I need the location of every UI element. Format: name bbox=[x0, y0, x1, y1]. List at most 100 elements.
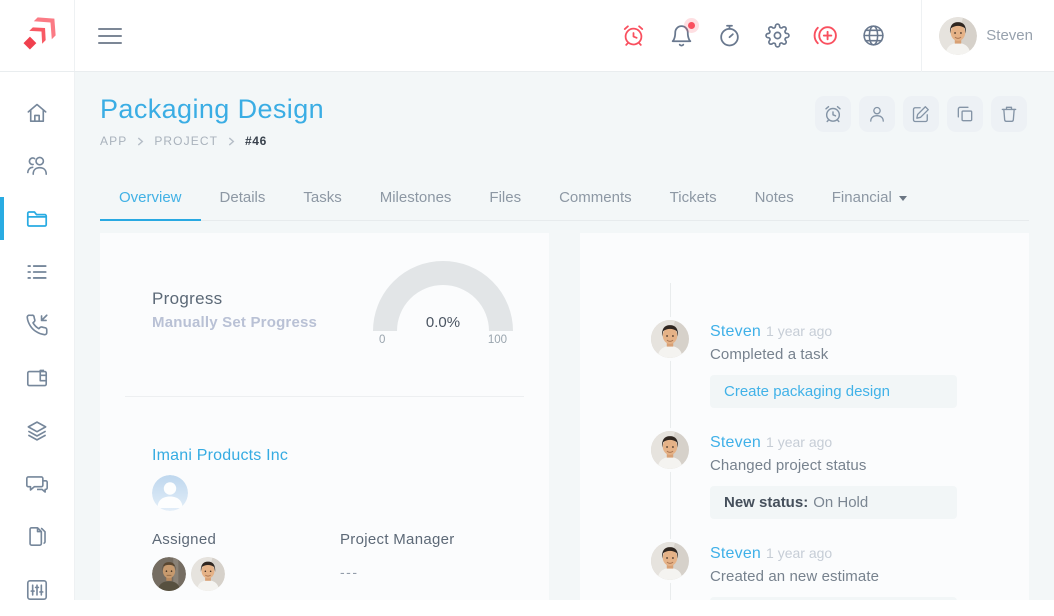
sidebar-item-calls[interactable] bbox=[0, 298, 74, 351]
user-menu[interactable]: Steven bbox=[921, 0, 1054, 72]
activity-user-name[interactable]: Steven bbox=[710, 545, 761, 562]
tab-tickets[interactable]: Tickets bbox=[651, 176, 736, 220]
trash-icon bbox=[999, 104, 1019, 124]
people-row: Assigned Project Manager --- bbox=[152, 531, 524, 591]
wallet-icon bbox=[24, 365, 50, 391]
timer-button[interactable] bbox=[815, 96, 851, 132]
activity-header: Steven 1 year ago bbox=[710, 434, 959, 452]
project-manager-column: Project Manager --- bbox=[340, 531, 455, 591]
tab-files[interactable]: Files bbox=[470, 176, 540, 220]
activity-header: Steven 1 year ago bbox=[710, 545, 959, 563]
activity-time: 1 year ago bbox=[766, 545, 832, 561]
project-tabs: Overview Details Tasks Milestones Files … bbox=[100, 176, 1029, 221]
quick-add-icon[interactable] bbox=[813, 23, 838, 48]
activity-timeline-card: Steven 1 year ago Completed a task Create… bbox=[580, 233, 1029, 600]
activity-time: 1 year ago bbox=[766, 434, 832, 450]
client-name-link[interactable]: Imani Products Inc bbox=[152, 447, 288, 464]
activity-header: Steven 1 year ago bbox=[710, 323, 959, 341]
sidebar-item-clients[interactable] bbox=[0, 139, 74, 192]
app-logo[interactable] bbox=[0, 0, 75, 71]
sidebar-item-messages[interactable] bbox=[0, 457, 74, 510]
client-avatar[interactable] bbox=[152, 475, 188, 511]
gauge-value: 0.0% bbox=[426, 314, 460, 331]
copy-icon bbox=[955, 104, 975, 124]
menu-toggle-icon[interactable] bbox=[98, 23, 122, 49]
chevron-down-icon bbox=[899, 196, 907, 201]
tab-label: Overview bbox=[119, 189, 182, 206]
activity-user-name[interactable]: Steven bbox=[710, 434, 761, 451]
sidebar-item-payments[interactable] bbox=[0, 351, 74, 404]
breadcrumb-app[interactable]: APP bbox=[100, 134, 127, 148]
sidebar-item-home[interactable] bbox=[0, 86, 74, 139]
alarm-icon bbox=[823, 104, 843, 124]
notifications-bell-icon[interactable] bbox=[669, 23, 694, 48]
user-name: Steven bbox=[986, 27, 1033, 44]
project-actions bbox=[815, 96, 1027, 132]
assign-user-button[interactable] bbox=[859, 96, 895, 132]
alarm-icon[interactable] bbox=[621, 23, 646, 48]
tab-tasks[interactable]: Tasks bbox=[284, 176, 360, 220]
sidebar-item-products[interactable] bbox=[0, 404, 74, 457]
sidebar-item-projects[interactable] bbox=[0, 192, 74, 245]
language-globe-icon[interactable] bbox=[861, 23, 886, 48]
main-content: Packaging Design APP PROJECT #46 bbox=[75, 72, 1054, 600]
assignee-avatar[interactable] bbox=[191, 557, 225, 591]
project-manager-value: --- bbox=[340, 564, 455, 580]
activity-time: 1 year ago bbox=[766, 323, 832, 339]
task-link[interactable]: Create packaging design bbox=[724, 383, 890, 400]
sidebar-item-tasks[interactable] bbox=[0, 245, 74, 298]
activity-action: Created an new estimate bbox=[710, 568, 959, 585]
tab-milestones[interactable]: Milestones bbox=[361, 176, 471, 220]
activity-detail-box: New status: On Hold bbox=[710, 486, 957, 519]
status-label: New status: bbox=[724, 494, 808, 511]
sidebar-item-documents[interactable] bbox=[0, 510, 74, 563]
progress-section: Progress Manually Set Progress 0.0% 0 10… bbox=[100, 233, 549, 346]
timeline-entries: Steven 1 year ago Completed a task Create… bbox=[580, 233, 1029, 600]
client-section: Imani Products Inc Assigned bbox=[100, 397, 549, 591]
progress-gauge: 0.0% 0 100 bbox=[367, 259, 519, 346]
tab-details[interactable]: Details bbox=[201, 176, 285, 220]
home-icon bbox=[24, 100, 50, 126]
users-icon bbox=[24, 153, 50, 179]
settings-gear-icon[interactable] bbox=[765, 23, 790, 48]
edit-button[interactable] bbox=[903, 96, 939, 132]
tab-label: Milestones bbox=[380, 189, 452, 206]
logo-icon bbox=[17, 16, 57, 56]
progress-heading: Progress bbox=[152, 289, 317, 309]
progress-subheading: Manually Set Progress bbox=[152, 314, 317, 331]
gauge-scale: 0 100 bbox=[367, 334, 519, 346]
top-bar: Steven bbox=[0, 0, 1054, 72]
tab-label: Tasks bbox=[303, 189, 341, 206]
sidebar-item-settings-filters[interactable] bbox=[0, 563, 74, 616]
activity-detail-box: Create packaging design bbox=[710, 375, 957, 408]
chat-icon bbox=[24, 471, 50, 497]
activity-user-name[interactable]: Steven bbox=[710, 323, 761, 340]
list-icon bbox=[24, 259, 50, 285]
project-manager-label: Project Manager bbox=[340, 531, 455, 548]
activity-action: Completed a task bbox=[710, 346, 959, 363]
delete-button[interactable] bbox=[991, 96, 1027, 132]
timeline-entry: Steven 1 year ago Completed a task Create… bbox=[580, 323, 1029, 408]
chevron-right-icon bbox=[227, 137, 236, 146]
page-header: Packaging Design APP PROJECT #46 bbox=[75, 72, 1054, 148]
tab-label: Tickets bbox=[670, 189, 717, 206]
gauge-max-label: 100 bbox=[488, 334, 507, 346]
tab-label: Comments bbox=[559, 189, 632, 206]
duplicate-button[interactable] bbox=[947, 96, 983, 132]
assignee-avatar[interactable] bbox=[152, 557, 186, 591]
tab-notes[interactable]: Notes bbox=[736, 176, 813, 220]
tab-overview[interactable]: Overview bbox=[100, 176, 201, 220]
gauge-arc: 0.0% bbox=[367, 259, 519, 345]
tab-label: Files bbox=[489, 189, 521, 206]
tab-comments[interactable]: Comments bbox=[540, 176, 651, 220]
sidebar-nav bbox=[0, 72, 75, 600]
tab-financial[interactable]: Financial bbox=[813, 176, 926, 220]
breadcrumb-project[interactable]: PROJECT bbox=[154, 134, 218, 148]
activity-user-avatar[interactable] bbox=[651, 320, 689, 358]
tab-label: Financial bbox=[832, 189, 892, 206]
activity-user-avatar[interactable] bbox=[651, 431, 689, 469]
activity-user-avatar[interactable] bbox=[651, 542, 689, 580]
status-value: On Hold bbox=[813, 494, 868, 511]
tab-label: Details bbox=[220, 189, 266, 206]
time-tracker-icon[interactable] bbox=[717, 23, 742, 48]
